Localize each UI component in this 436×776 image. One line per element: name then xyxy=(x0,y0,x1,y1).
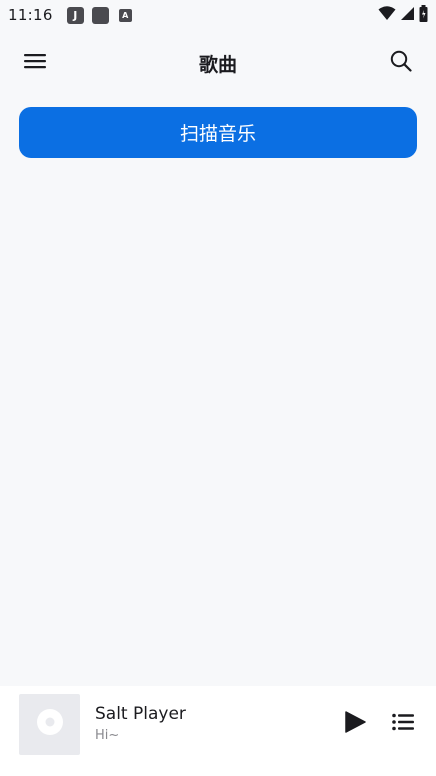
track-title: Salt Player xyxy=(95,704,186,724)
menu-icon xyxy=(24,53,46,73)
wifi-icon xyxy=(378,5,396,25)
status-right-icons xyxy=(378,4,428,26)
queue-list-icon xyxy=(392,713,414,735)
battery-icon xyxy=(419,4,428,26)
album-art[interactable] xyxy=(19,693,80,755)
signal-icon xyxy=(400,5,415,25)
notification-app-j-icon: J xyxy=(66,6,84,24)
top-app-bar: 歌曲 xyxy=(0,40,436,86)
mini-player[interactable]: Salt Player Hi~ xyxy=(0,686,436,762)
scan-music-button[interactable]: 扫描音乐 xyxy=(19,107,417,158)
track-subtitle: Hi~ xyxy=(95,728,120,743)
scan-music-label: 扫描音乐 xyxy=(179,123,256,145)
search-button[interactable] xyxy=(386,48,416,78)
navigation-bar-area xyxy=(0,762,436,776)
search-icon xyxy=(390,50,412,76)
status-time: 11:16 xyxy=(8,6,53,24)
play-icon xyxy=(344,711,366,737)
player-actions xyxy=(340,709,418,739)
notification-app-a-icon: A xyxy=(118,8,132,22)
status-bar: 11:16 J A xyxy=(0,0,436,30)
disc-icon xyxy=(36,708,64,740)
queue-button[interactable] xyxy=(388,709,418,739)
notification-app-icon xyxy=(91,6,109,24)
page-title: 歌曲 xyxy=(198,53,237,76)
play-button[interactable] xyxy=(340,709,370,739)
menu-button[interactable] xyxy=(20,48,50,78)
track-info[interactable]: Salt Player Hi~ xyxy=(95,703,340,745)
